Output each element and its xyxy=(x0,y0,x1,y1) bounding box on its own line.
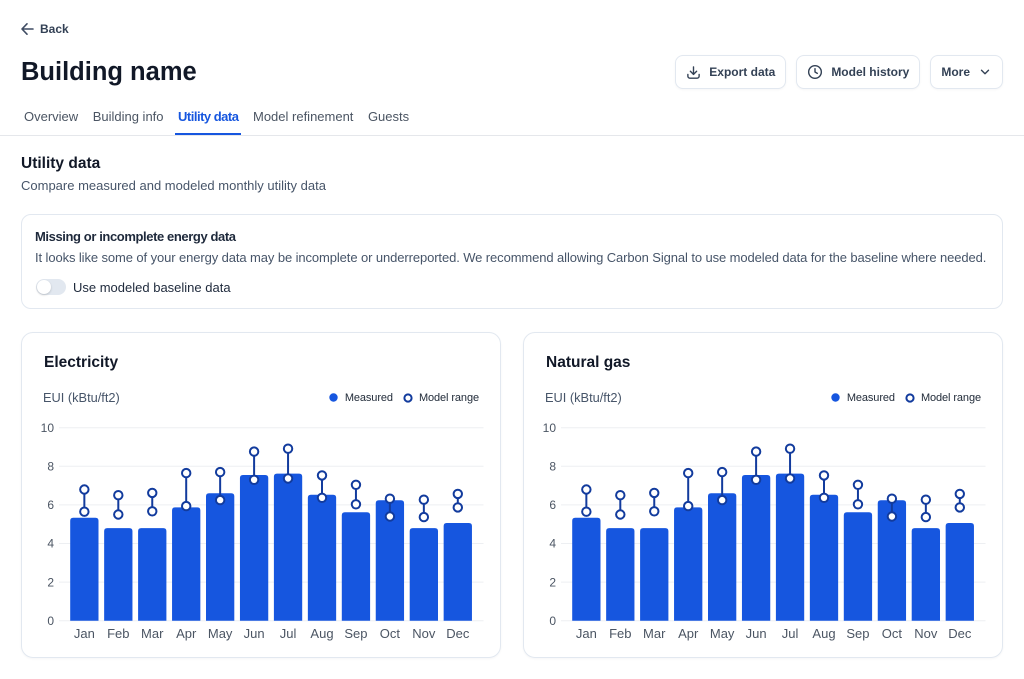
svg-text:4: 4 xyxy=(549,537,556,551)
svg-text:Mar: Mar xyxy=(141,626,164,641)
svg-text:Aug: Aug xyxy=(812,626,835,641)
svg-text:Jul: Jul xyxy=(280,626,297,641)
svg-text:Oct: Oct xyxy=(380,626,401,641)
svg-text:Mar: Mar xyxy=(643,626,666,641)
svg-text:Apr: Apr xyxy=(176,626,197,641)
svg-text:6: 6 xyxy=(549,498,556,512)
svg-text:Sep: Sep xyxy=(846,626,869,641)
svg-text:Dec: Dec xyxy=(446,626,470,641)
svg-text:Aug: Aug xyxy=(310,626,333,641)
svg-text:2: 2 xyxy=(549,575,556,589)
svg-text:Jun: Jun xyxy=(746,626,767,641)
svg-text:0: 0 xyxy=(47,614,54,628)
svg-text:Sep: Sep xyxy=(344,626,367,641)
svg-text:Apr: Apr xyxy=(678,626,699,641)
svg-text:0: 0 xyxy=(549,614,556,628)
svg-text:Nov: Nov xyxy=(412,626,436,641)
svg-text:Jan: Jan xyxy=(576,626,597,641)
svg-text:Oct: Oct xyxy=(882,626,903,641)
svg-text:Feb: Feb xyxy=(107,626,129,641)
svg-text:Dec: Dec xyxy=(948,626,972,641)
svg-text:4: 4 xyxy=(47,537,54,551)
svg-text:6: 6 xyxy=(47,498,54,512)
svg-text:May: May xyxy=(710,626,735,641)
svg-text:Feb: Feb xyxy=(609,626,631,641)
svg-text:10: 10 xyxy=(543,421,557,435)
svg-text:Jun: Jun xyxy=(244,626,265,641)
svg-text:8: 8 xyxy=(47,460,54,474)
svg-text:Jul: Jul xyxy=(782,626,799,641)
svg-text:2: 2 xyxy=(47,575,54,589)
svg-text:Nov: Nov xyxy=(914,626,938,641)
svg-text:8: 8 xyxy=(549,460,556,474)
svg-text:Jan: Jan xyxy=(74,626,95,641)
svg-text:10: 10 xyxy=(41,421,55,435)
svg-text:May: May xyxy=(208,626,233,641)
